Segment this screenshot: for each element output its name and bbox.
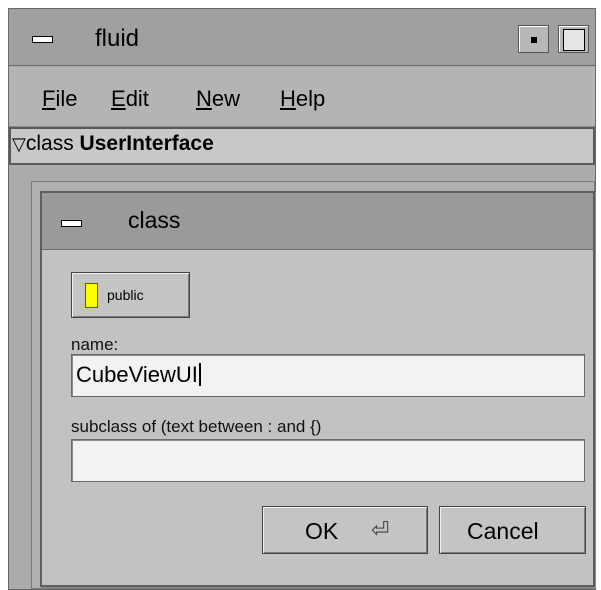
iconify-icon: [531, 37, 537, 43]
window-title: fluid: [95, 25, 140, 52]
iconify-button[interactable]: [518, 25, 549, 53]
subclass-input[interactable]: [71, 439, 585, 482]
class-dialog: class public name: CubeViewUI subclass o…: [40, 191, 595, 587]
menu-help[interactable]: Help: [280, 86, 325, 112]
subclass-label: subclass of (text between : and {): [71, 417, 322, 436]
menu-new[interactable]: New: [196, 86, 240, 112]
public-toggle-button[interactable]: public: [71, 272, 190, 318]
ok-label: OK: [305, 518, 339, 544]
widget-browser: ▽class UserInterface: [9, 127, 595, 165]
public-label: public: [107, 287, 144, 303]
text-cursor: [198, 363, 201, 386]
collapse-arrow-icon[interactable]: ▽: [12, 134, 26, 154]
ok-button[interactable]: OK ⏎: [262, 506, 428, 554]
window-titlebar[interactable]: fluid: [9, 9, 595, 66]
maximize-button[interactable]: [558, 25, 589, 53]
return-key-icon: ⏎: [371, 517, 390, 542]
maximize-icon: [563, 29, 585, 51]
dialog-titlebar[interactable]: class: [42, 193, 593, 250]
menu-file[interactable]: File: [42, 86, 77, 112]
dialog-body: public name: CubeViewUI subclass of (tex…: [42, 250, 593, 585]
name-label: name:: [71, 335, 119, 354]
class-name: UserInterface: [79, 132, 214, 155]
dialog-title: class: [128, 207, 181, 233]
name-input[interactable]: CubeViewUI: [71, 354, 585, 397]
browser-row-class[interactable]: ▽class UserInterface: [12, 132, 214, 156]
cancel-label: Cancel: [467, 518, 539, 544]
menu-bar: File Edit New Help: [9, 67, 595, 127]
cancel-button[interactable]: Cancel: [439, 506, 586, 554]
window-menu-icon[interactable]: [29, 25, 56, 52]
name-value: CubeViewUI: [76, 362, 198, 387]
dialog-menu-icon[interactable]: [58, 209, 85, 236]
public-indicator-light: [85, 283, 98, 308]
fluid-main-window: fluid File Edit New Help ▽class UserInte…: [8, 8, 596, 590]
menu-edit[interactable]: Edit: [111, 86, 149, 112]
